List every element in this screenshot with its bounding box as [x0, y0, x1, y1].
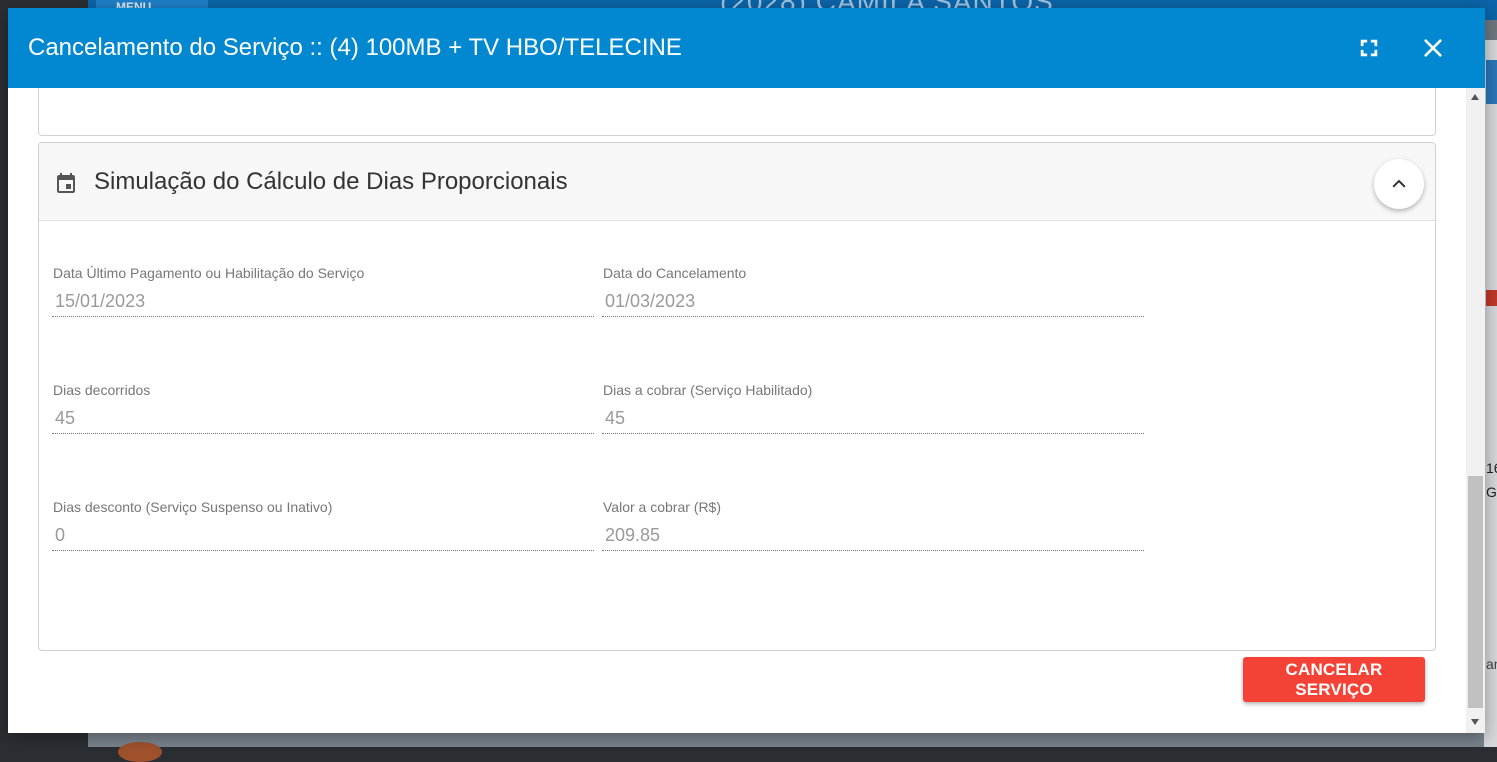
- cancel-date-input[interactable]: [602, 287, 1144, 317]
- last-payment-input[interactable]: [52, 287, 594, 317]
- days-charge-field: Dias a cobrar (Serviço Habilitado): [602, 382, 1144, 442]
- section-title: Simulação do Cálculo de Dias Proporciona…: [94, 168, 568, 195]
- amount-label: Valor a cobrar (R$): [603, 499, 722, 515]
- dialog-scrollbar[interactable]: [1466, 88, 1485, 733]
- days-charge-input[interactable]: [602, 404, 1144, 434]
- background-footer: [88, 733, 1484, 747]
- dialog-body: Simulação do Cálculo de Dias Proporciona…: [8, 88, 1466, 733]
- cancel-date-field: Data do Cancelamento: [602, 265, 1144, 325]
- scroll-up-arrow-icon[interactable]: [1471, 94, 1479, 100]
- fullscreen-icon: [1360, 39, 1378, 57]
- fullscreen-button[interactable]: [1355, 34, 1383, 62]
- close-icon: [1424, 39, 1442, 57]
- proportional-days-section: Simulação do Cálculo de Dias Proporciona…: [38, 142, 1436, 651]
- scroll-down-arrow-icon[interactable]: [1471, 719, 1479, 725]
- calendar-icon: [57, 173, 75, 193]
- collapse-section-button[interactable]: [1374, 159, 1424, 209]
- last-payment-label: Data Último Pagamento ou Habilitação do …: [53, 265, 365, 281]
- days-charge-label: Dias a cobrar (Serviço Habilitado): [603, 382, 813, 398]
- days-elapsed-input[interactable]: [52, 404, 594, 434]
- background-side-text: G: [1486, 484, 1497, 500]
- cancel-service-button[interactable]: CANCELAR SERVIÇO: [1243, 657, 1425, 702]
- section-header: Simulação do Cálculo de Dias Proporciona…: [39, 143, 1435, 221]
- background-side-red-button: [1486, 290, 1497, 306]
- days-elapsed-field: Dias decorridos: [52, 382, 594, 442]
- close-button[interactable]: [1419, 34, 1447, 62]
- cancel-date-label: Data do Cancelamento: [603, 265, 747, 281]
- previous-section-card: [38, 88, 1436, 136]
- background-side-text: 16: [1486, 460, 1497, 476]
- background-avatar: [118, 742, 162, 762]
- scrollbar-thumb[interactable]: [1468, 476, 1483, 708]
- last-payment-field: Data Último Pagamento ou Habilitação do …: [52, 265, 594, 325]
- days-discount-label: Dias desconto (Serviço Suspenso ou Inati…: [53, 499, 333, 515]
- background-side-text: an: [1486, 656, 1497, 672]
- days-discount-input[interactable]: [52, 521, 594, 551]
- amount-input[interactable]: [602, 521, 1144, 551]
- chevron-up-icon: [1392, 180, 1406, 188]
- days-discount-field: Dias desconto (Serviço Suspenso ou Inati…: [52, 499, 594, 559]
- background-side-blue-button: [1486, 60, 1497, 104]
- days-elapsed-label: Dias decorridos: [53, 382, 151, 398]
- dialog-header: Cancelamento do Serviço :: (4) 100MB + T…: [8, 8, 1485, 88]
- cancel-service-dialog: Cancelamento do Serviço :: (4) 100MB + T…: [8, 8, 1485, 733]
- background-side-panel: [1484, 40, 1497, 747]
- amount-field: Valor a cobrar (R$): [602, 499, 1144, 559]
- dialog-title: Cancelamento do Serviço :: (4) 100MB + T…: [28, 34, 682, 61]
